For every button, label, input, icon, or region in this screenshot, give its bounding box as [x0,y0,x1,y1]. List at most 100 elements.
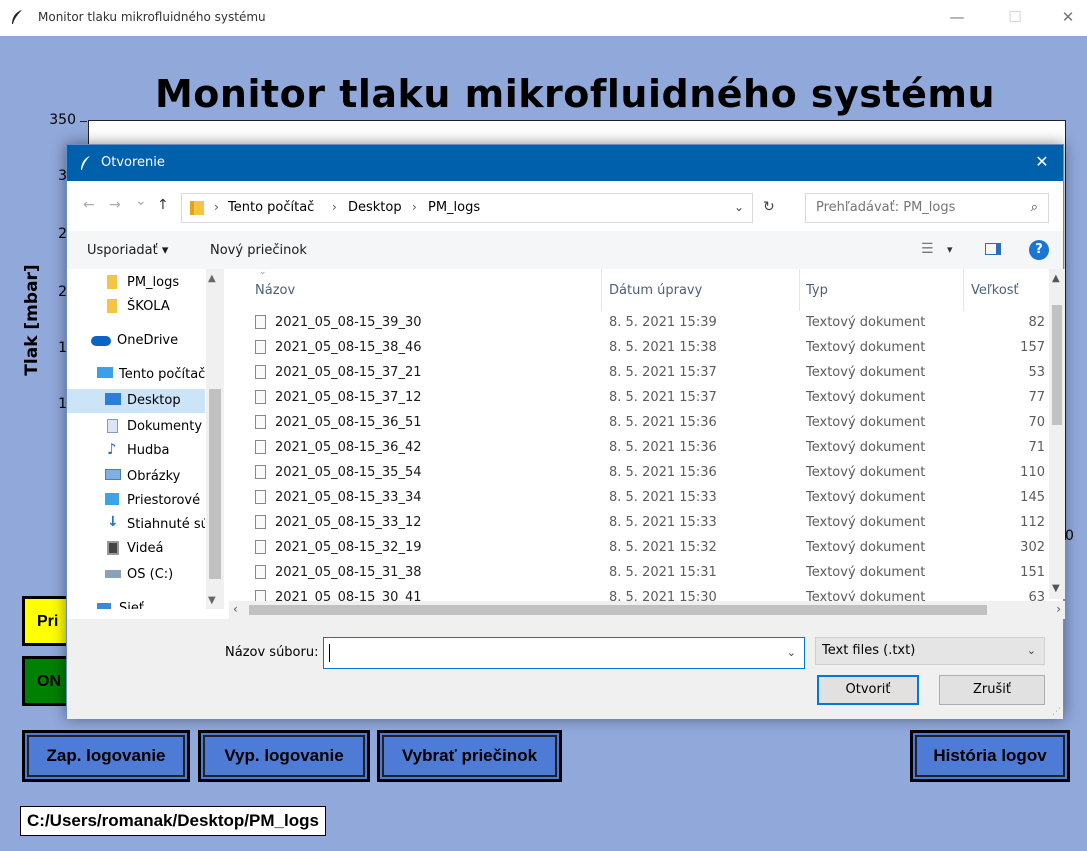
breadcrumb-desktop[interactable]: Desktop [348,200,402,215]
file-row[interactable]: 2021_05_08-15_35_54 8. 5. 2021 15:36 Tex… [229,461,1049,486]
file-date: 8. 5. 2021 15:37 [609,365,717,380]
window-close-button[interactable]: ✕ [1055,6,1081,28]
file-row[interactable]: 2021_05_08-15_30_41 8. 5. 2021 15:30 Tex… [229,586,1049,601]
breadcrumb-this-pc[interactable]: Tento počítač [228,200,314,215]
nav-item-downloads[interactable]: ↓ Stiahnuté súbory [67,513,205,537]
stop-logging-button[interactable]: Vyp. logovanie [198,730,370,782]
search-input[interactable] [816,200,996,215]
maximize-button[interactable]: ☐ [1002,6,1028,28]
file-date: 8. 5. 2021 15:38 [609,340,717,355]
text-file-icon [255,465,266,479]
column-date[interactable]: Dátum úpravy [609,283,702,298]
file-date: 8. 5. 2021 15:36 [609,415,717,430]
file-row[interactable]: 2021_05_08-15_37_12 8. 5. 2021 15:37 Tex… [229,386,1049,411]
file-row[interactable]: 2021_05_08-15_36_51 8. 5. 2021 15:36 Tex… [229,411,1049,436]
scrollbar-thumb[interactable] [249,605,987,615]
preview-pane-button[interactable] [985,243,1001,255]
nav-item-pm-logs[interactable]: PM_logs [67,271,205,295]
column-type[interactable]: Typ [806,283,828,298]
nav-item-skola[interactable]: ŠKOLA [67,295,205,319]
file-row[interactable]: 2021_05_08-15_33_34 8. 5. 2021 15:33 Tex… [229,486,1049,511]
text-file-icon [255,340,266,354]
column-divider[interactable] [799,269,800,311]
cancel-button[interactable]: Zrušiť [939,675,1045,705]
log-history-label: História logov [915,735,1065,777]
select-folder-button[interactable]: Vybrať priečinok [377,730,562,782]
minimize-button[interactable]: — [944,6,970,28]
file-type-filter[interactable]: Text files (.txt) ⌄ [815,637,1045,665]
file-list-horizontal-scrollbar[interactable]: ‹ › [229,601,1065,619]
file-name: 2021_05_08-15_38_46 [275,340,422,355]
chevron-right-icon[interactable]: › [1056,602,1061,616]
refresh-button[interactable]: ↻ [763,199,775,215]
scrollbar-thumb[interactable] [1052,305,1062,425]
view-options-icon[interactable]: ☰ [921,241,934,257]
dialog-titlebar: Otvorenie ✕ [67,145,1063,181]
breadcrumb-pm-logs[interactable]: PM_logs [428,200,480,215]
nav-pane-scrollbar[interactable]: ▲ ▼ [206,269,224,609]
file-date: 8. 5. 2021 15:32 [609,540,717,555]
chevron-down-icon[interactable]: ⌄ [787,646,796,659]
file-row[interactable]: 2021_05_08-15_39_30 8. 5. 2021 15:39 Tex… [229,311,1049,336]
chevron-down-icon[interactable]: ⌄ [1027,644,1036,657]
column-size[interactable]: Veľkosť [971,283,1019,298]
chevron-left-icon[interactable]: ‹ [233,602,238,616]
column-divider[interactable] [963,269,964,311]
chevron-down-icon[interactable]: ⌄ [734,200,744,214]
recent-locations-button[interactable]: ⌄ [135,193,147,209]
file-row[interactable]: 2021_05_08-15_38_46 8. 5. 2021 15:38 Tex… [229,336,1049,361]
text-file-icon [255,590,266,601]
up-button[interactable]: ↑ [157,197,169,213]
file-row[interactable]: 2021_05_08-15_37_21 8. 5. 2021 15:37 Tex… [229,361,1049,386]
filename-input[interactable] [330,644,770,659]
file-date: 8. 5. 2021 15:36 [609,465,717,480]
folder-icon [190,201,204,215]
dialog-toolbar: Usporiadať ▾ Nový priečinok ☰ ▾ ? [67,231,1063,269]
nav-item-desktop[interactable]: Desktop [67,389,205,413]
file-row[interactable]: 2021_05_08-15_36_42 8. 5. 2021 15:36 Tex… [229,436,1049,461]
chevron-up-icon[interactable]: ▲ [208,273,216,284]
nav-item-music[interactable]: ♪ Hudba [67,439,205,463]
nav-item-drive-c[interactable]: OS (C:) [67,563,205,587]
filename-combobox[interactable]: ⌄ [323,637,805,669]
new-folder-button[interactable]: Nový priečinok [210,243,307,258]
view-dropdown-icon[interactable]: ▾ [947,243,953,256]
column-divider[interactable] [601,269,602,311]
nav-item-videos[interactable]: Videá [67,537,205,561]
text-file-icon [255,440,266,454]
text-caret [329,644,330,662]
nav-item-documents[interactable]: Dokumenty [67,415,205,439]
file-list-vertical-scrollbar[interactable]: ▲ ▼ [1049,269,1065,599]
nav-item-onedrive[interactable]: OneDrive [67,329,205,353]
start-logging-button[interactable]: Zap. logovanie [22,730,190,782]
column-name[interactable]: Názov [255,283,295,298]
scrollbar-thumb[interactable] [209,389,221,579]
address-bar[interactable]: › Tento počítač › Desktop › PM_logs ⌄ [181,193,753,223]
nav-item-network[interactable]: Sieť [67,597,205,609]
dialog-close-button[interactable]: ✕ [1031,152,1053,171]
chevron-up-icon[interactable]: ▲ [1052,273,1060,284]
chevron-down-icon[interactable]: ▼ [208,595,216,606]
file-row[interactable]: 2021_05_08-15_31_38 8. 5. 2021 15:31 Tex… [229,561,1049,586]
file-row[interactable]: 2021_05_08-15_32_19 8. 5. 2021 15:32 Tex… [229,536,1049,561]
back-button[interactable]: ← [83,197,95,213]
text-file-icon [255,490,266,504]
open-button[interactable]: Otvoriť [817,675,919,705]
file-name: 2021_05_08-15_37_12 [275,390,422,405]
help-button[interactable]: ? [1029,240,1049,260]
file-row[interactable]: 2021_05_08-15_33_12 8. 5. 2021 15:33 Tex… [229,511,1049,536]
text-file-icon [255,415,266,429]
organize-button[interactable]: Usporiadať ▾ [87,243,168,258]
file-date: 8. 5. 2021 15:36 [609,440,717,455]
resize-grip-icon[interactable]: ⋰ [1052,707,1061,717]
nav-item-pictures[interactable]: Obrázky [67,465,205,489]
nav-item-this-pc[interactable]: Tento počítač [67,363,205,387]
chevron-down-icon[interactable]: ▼ [1052,583,1060,594]
nav-item-3d-objects[interactable]: Priestorové objekty [67,489,205,513]
log-history-button[interactable]: História logov [910,730,1070,782]
search-box[interactable]: ⌕ [805,193,1049,223]
file-size: 77 [1028,390,1045,405]
ytick-label: 350 [49,112,76,128]
desktop-icon [105,393,121,405]
forward-button[interactable]: → [109,197,121,213]
